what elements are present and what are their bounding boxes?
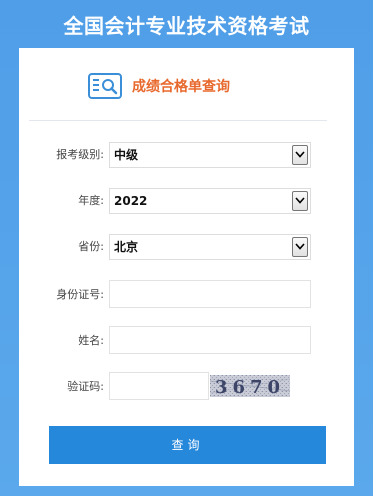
search-document-icon	[88, 73, 122, 99]
name-label: 姓名:	[78, 334, 104, 347]
captcha-text: 3670	[215, 377, 285, 397]
name-input[interactable]	[109, 326, 311, 354]
year-select-value: 2022	[114, 194, 148, 208]
level-row: 报考级别: 中级	[19, 142, 354, 168]
id-number-label: 身份证号:	[56, 288, 104, 301]
query-form-card: 成绩合格单查询 报考级别: 中级 年度: 2022 省份: 北京 身份证号: 姓…	[19, 48, 354, 486]
level-select[interactable]: 中级	[109, 142, 311, 168]
card-header: 成绩合格单查询	[88, 71, 230, 101]
chevron-down-icon	[295, 197, 305, 204]
captcha-image[interactable]: 3670	[210, 375, 290, 397]
card-subtitle: 成绩合格单查询	[132, 79, 230, 95]
level-label: 报考级别:	[56, 148, 104, 161]
year-dropdown-button[interactable]	[292, 191, 308, 211]
name-row: 姓名:	[19, 326, 354, 354]
page-title: 全国会计专业技术资格考试	[63, 14, 310, 38]
level-dropdown-button[interactable]	[292, 145, 308, 165]
year-label: 年度:	[78, 194, 104, 207]
captcha-input[interactable]	[109, 372, 209, 400]
captcha-row: 验证码: 3670	[19, 372, 354, 400]
id-number-input[interactable]	[109, 280, 311, 308]
query-button[interactable]: 查询	[49, 426, 326, 464]
chevron-down-icon	[295, 151, 305, 158]
province-row: 省份: 北京	[19, 234, 354, 260]
province-dropdown-button[interactable]	[292, 237, 308, 257]
year-row: 年度: 2022	[19, 188, 354, 214]
chevron-down-icon	[295, 243, 305, 250]
year-select[interactable]: 2022	[109, 188, 311, 214]
province-select[interactable]: 北京	[109, 234, 311, 260]
captcha-label: 验证码:	[67, 380, 104, 393]
level-select-value: 中级	[114, 148, 139, 162]
province-select-value: 北京	[114, 240, 139, 254]
id-number-row: 身份证号:	[19, 280, 354, 308]
header-divider	[29, 120, 327, 121]
province-label: 省份:	[78, 240, 104, 253]
